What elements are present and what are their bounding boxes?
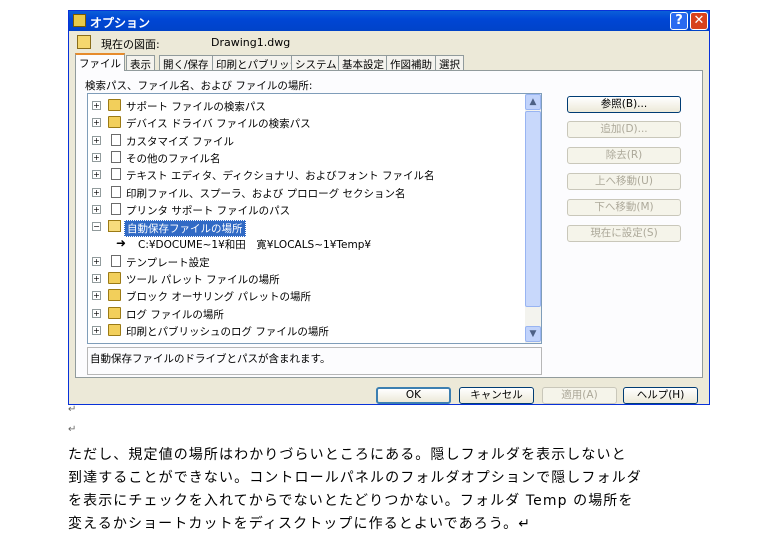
tree-item[interactable]: + ログ ファイルの場所 (88, 305, 528, 322)
tab-open-save[interactable]: 開く/保存 (159, 55, 213, 71)
tab-display[interactable]: 表示 (126, 55, 155, 71)
tab-drafting[interactable]: 作図補助 (386, 55, 436, 71)
tab-selection[interactable]: 選択 (435, 55, 464, 71)
tree-item[interactable]: + デバイス ドライバ ファイルの検索パス (88, 114, 528, 131)
expand-icon[interactable]: + (92, 170, 101, 180)
help-title-button[interactable]: ? (670, 12, 688, 30)
tree-item-label: テキスト エディタ、ディクショナリ、およびフォント ファイル名 (126, 170, 435, 183)
files-tab-panel: 検索パス、ファイル名、および ファイルの場所: + サポート ファイルの検索パス +… (75, 70, 703, 378)
file-locations-tree[interactable]: + サポート ファイルの検索パス + デバイス ドライバ ファイルの検索パス + カスタマ… (87, 93, 542, 344)
help-button[interactable]: ヘルプ(H) (623, 387, 698, 404)
tree-item[interactable]: + テンプレート設定 (88, 253, 528, 270)
move-up-button[interactable]: 上へ移動(U) (567, 173, 681, 190)
tab-files[interactable]: ファイル (75, 53, 125, 71)
file-icon (111, 185, 121, 198)
close-button[interactable]: ✕ (690, 12, 708, 30)
description-text: 自動保存ファイルのドライブとパスが含まれます。 (90, 353, 331, 365)
dialog-title: オプション (90, 16, 151, 30)
tree-item-label: サポート ファイルの検索パス (126, 101, 266, 113)
current-drawing-value: Drawing1.dwg (211, 36, 291, 49)
set-current-button[interactable]: 現在に設定(S) (567, 225, 681, 242)
folder-icon (108, 116, 121, 129)
scroll-down-icon[interactable]: ▼ (525, 326, 541, 342)
open-folder-icon (108, 220, 121, 233)
expand-icon[interactable]: + (92, 204, 101, 214)
paragraph-mark: ↵ (68, 404, 77, 415)
paragraph-line: ただし、規定値の場所はわかりづらいところにある。隠しフォルダを表示しないと (68, 447, 627, 463)
expand-icon[interactable]: + (92, 118, 101, 128)
current-drawing-row: 現在の図面: Drawing1.dwg (77, 34, 477, 51)
tree-item-label: 印刷とパブリッシュのログ ファイルの場所 (126, 325, 329, 338)
description-box: 自動保存ファイルのドライブとパスが含まれます。 (87, 347, 542, 375)
file-icon (111, 168, 121, 181)
add-button[interactable]: 追加(D)... (567, 121, 681, 138)
paragraph-line: 変えるかショートカットをディスクトップに作るとよいであろう。↵ (68, 516, 532, 532)
options-dialog: オプション ? ✕ 現在の図面: Drawing1.dwg ファイル 表示 開く… (68, 10, 710, 405)
expand-icon[interactable]: + (92, 135, 101, 145)
apply-button[interactable]: 適用(A) (542, 387, 617, 404)
tree-item[interactable]: + プリンタ サポート ファイルのパス (88, 201, 528, 218)
tree-item[interactable]: + ツール パレット ファイルの場所 (88, 270, 528, 287)
file-icon (111, 202, 121, 215)
tree-item[interactable]: + 印刷ファイル、スプーラ、および プロローグ セクション名 (88, 184, 528, 201)
tree-item-label: カスタマイズ ファイル (126, 135, 235, 148)
tree-item-label: デバイス ドライバ ファイルの検索パス (126, 118, 311, 131)
scroll-up-icon[interactable]: ▲ (525, 94, 541, 110)
file-icon (111, 133, 121, 146)
paragraph-mark: ↵ (68, 424, 77, 435)
title-bar[interactable]: オプション ? ✕ (69, 11, 709, 31)
tree-item[interactable]: + 印刷とパブリッシュのログ ファイルの場所 (88, 322, 528, 339)
expand-icon[interactable]: + (92, 325, 101, 335)
paragraph-line: を表示にチェックを入れてからでないとたどりつかない。フォルダ Temp の場所を (68, 493, 634, 509)
paragraph-line: 到達することができない。コントロールパネルのフォルダオプションで隠しフォルダ (68, 470, 642, 486)
file-icon (111, 150, 121, 163)
tree-item[interactable]: + ブロック オーサリング パレットの場所 (88, 287, 528, 304)
tree-item[interactable]: + その他のファイル名 (88, 149, 528, 166)
file-icon (111, 254, 121, 267)
tree-item-label: ログ ファイルの場所 (126, 308, 224, 321)
remove-button[interactable]: 除去(R) (567, 147, 681, 164)
tree-item-label: テンプレート設定 (126, 256, 210, 269)
tab-system[interactable]: システム (291, 55, 341, 71)
ok-button[interactable]: OK (376, 387, 451, 404)
body-paragraph: ただし、規定値の場所はわかりづらいところにある。隠しフォルダを表示しないと 到達… (68, 444, 712, 536)
tree-item[interactable]: + カスタマイズ ファイル (88, 132, 528, 149)
expand-icon[interactable]: + (92, 152, 101, 162)
expand-icon[interactable]: + (92, 101, 101, 110)
tree-item-label: その他のファイル名 (126, 152, 221, 165)
tree-item-label: C:¥DOCUME~1¥和田 寛¥LOCALS~1¥Temp¥ (138, 239, 372, 252)
folder-icon (108, 272, 121, 284)
folder-icon (108, 306, 121, 319)
scroll-thumb[interactable] (525, 111, 541, 307)
search-paths-label: 検索パス、ファイル名、および ファイルの場所: (85, 80, 313, 92)
drawing-icon (77, 35, 91, 49)
tree-item-label: ツール パレット ファイルの場所 (126, 274, 280, 286)
expand-icon[interactable]: + (92, 256, 101, 266)
tree-item[interactable]: + テキスト エディタ、ディクショナリ、およびフォント ファイル名 (88, 166, 528, 183)
arrow-icon: ➜ (116, 236, 127, 251)
tree-item-label: ブロック オーサリング パレットの場所 (126, 291, 311, 304)
tree-item[interactable]: − 自動保存ファイルの場所 (88, 218, 528, 238)
folder-icon (108, 99, 121, 111)
tree-scrollbar[interactable]: ▲ ▼ (525, 94, 541, 343)
expand-icon[interactable]: + (92, 187, 101, 197)
current-drawing-label: 現在の図面: (101, 38, 160, 51)
expand-icon[interactable]: + (92, 291, 101, 301)
tree-item[interactable]: ➜ C:¥DOCUME~1¥和田 寛¥LOCALS~1¥Temp¥ (88, 235, 528, 252)
collapse-icon[interactable]: − (92, 222, 101, 232)
cancel-button[interactable]: キャンセル (459, 387, 534, 404)
tree-item-label: プリンタ サポート ファイルのパス (126, 204, 291, 217)
move-down-button[interactable]: 下へ移動(M) (567, 199, 681, 216)
app-icon (73, 14, 86, 27)
folder-icon (108, 323, 121, 336)
tree-item[interactable]: + サポート ファイルの検索パス (88, 97, 528, 114)
tree-item-label: 印刷ファイル、スプーラ、および プロローグ セクション名 (126, 187, 406, 200)
folder-icon (108, 289, 121, 302)
expand-icon[interactable]: + (92, 308, 101, 318)
browse-button[interactable]: 参照(B)... (567, 96, 681, 113)
tab-user-preferences[interactable]: 基本設定 (338, 55, 388, 71)
expand-icon[interactable]: + (92, 274, 101, 283)
